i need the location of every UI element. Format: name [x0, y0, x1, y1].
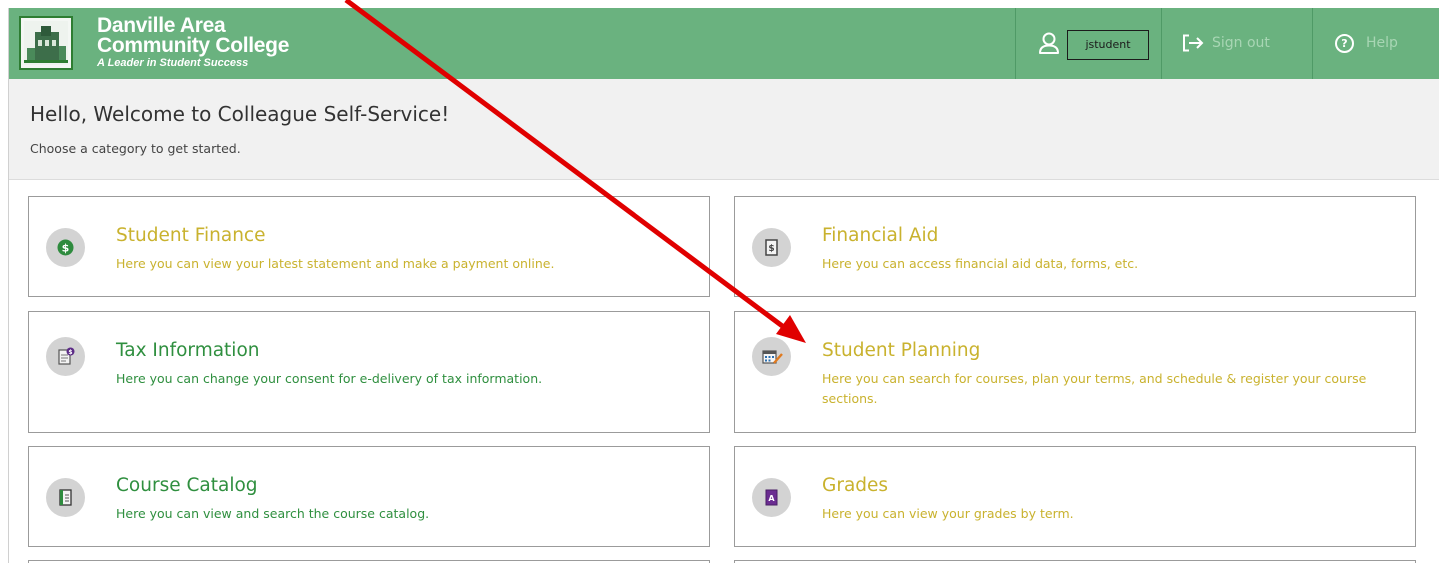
svg-text:$: $: [68, 349, 72, 356]
top-header-bar: Danville Area Community College A Leader…: [9, 8, 1439, 79]
card-title[interactable]: Tax Information: [116, 339, 260, 363]
card-description: Here you can view your latest statement …: [116, 256, 555, 271]
card-student-finance[interactable]: $ Student Finance Here you can view your…: [28, 196, 710, 297]
self-service-page: Danville Area Community College A Leader…: [8, 8, 1439, 563]
card-description: Here you can view your grades by term.: [822, 506, 1074, 521]
money-document-icon: $: [752, 228, 791, 267]
card-description: Here you can change your consent for e-d…: [116, 371, 543, 386]
user-menu[interactable]: jstudent: [1016, 8, 1161, 79]
svg-text:$: $: [768, 244, 774, 254]
sign-out-label: Sign out: [1212, 35, 1270, 51]
welcome-banner: Hello, Welcome to Colleague Self-Service…: [9, 79, 1439, 180]
card-student-planning[interactable]: Student Planning Here you can search for…: [734, 311, 1416, 433]
college-logo-icon[interactable]: [19, 16, 73, 70]
college-name-line1: Danville Area: [97, 14, 226, 37]
username-button[interactable]: jstudent: [1067, 30, 1149, 60]
user-icon[interactable]: [1038, 32, 1060, 59]
card-title[interactable]: Course Catalog: [116, 474, 258, 498]
grade-report-icon: A: [752, 478, 791, 517]
grade-letter: A: [768, 494, 775, 503]
card-description: Here you can access financial aid data, …: [822, 256, 1139, 271]
college-tagline: A Leader in Student Success: [97, 57, 249, 69]
card-title[interactable]: Student Planning: [822, 339, 980, 363]
calendar-pencil-icon: [752, 337, 791, 376]
help-circle-icon: ?: [1335, 34, 1354, 53]
card-course-catalog[interactable]: Course Catalog Here you can view and sea…: [28, 446, 710, 547]
card-title[interactable]: Financial Aid: [822, 224, 938, 248]
card-title[interactable]: Grades: [822, 474, 888, 498]
card-description: Here you can search for courses, plan yo…: [822, 371, 1367, 406]
help-label: Help: [1366, 35, 1398, 51]
catalog-book-icon: [46, 478, 85, 517]
svg-text:$: $: [62, 242, 70, 255]
card-description: Here you can view and search the course …: [116, 506, 430, 521]
page-subtitle: Choose a category to get started.: [30, 141, 241, 156]
college-name-line2: Community College: [97, 34, 290, 57]
dollar-coin-icon: $: [46, 228, 85, 267]
card-financial-aid[interactable]: $ Financial Aid Here you can access fina…: [734, 196, 1416, 297]
card-tax-information[interactable]: $ Tax Information Here you can change yo…: [28, 311, 710, 433]
tax-document-icon: $: [46, 337, 85, 376]
card-grades[interactable]: A Grades Here you can view your grades b…: [734, 446, 1416, 547]
help-button[interactable]: ? Help: [1313, 8, 1439, 79]
page-title: Hello, Welcome to Colleague Self-Service…: [30, 102, 450, 126]
sign-out-button[interactable]: Sign out: [1162, 8, 1312, 79]
sign-out-arrow-icon: [1182, 34, 1204, 57]
card-title[interactable]: Student Finance: [116, 224, 265, 248]
college-name[interactable]: Danville Area Community College A Leader…: [97, 14, 290, 70]
